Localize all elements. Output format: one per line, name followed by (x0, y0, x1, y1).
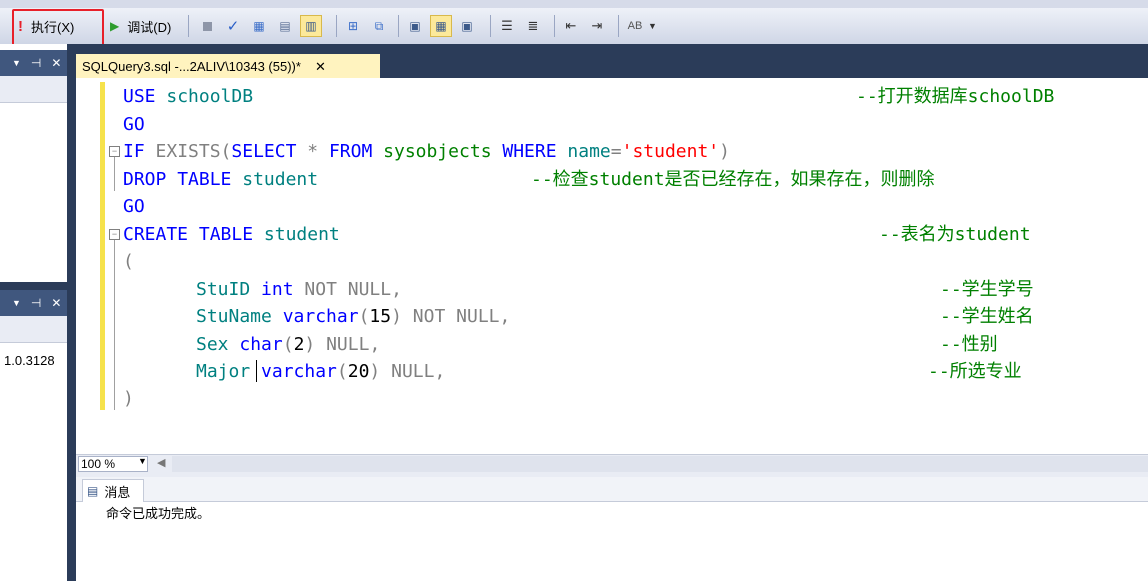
specify-template-icon[interactable]: AB (624, 15, 646, 37)
tab-messages[interactable]: ▤ 消息 (82, 479, 144, 502)
panel-divider (0, 282, 67, 290)
code-line: StuID int NOT NULL, (196, 279, 402, 300)
tab-sqlquery3[interactable]: SQLQuery3.sql -...2ALIV\10343 (55))* ✕ (76, 54, 380, 79)
sql-editor-toolbar: ! 执行(X) ▶ 调试(D) ✓ ▦ ▤ ▥ ⊞ ⧉ ▣ ▦ ▣ ☰ ≣ ⇤ … (0, 8, 1148, 45)
properties-header: ▼ ⊣ ✕ (0, 290, 67, 316)
uncomment-lines-icon[interactable]: ≣ (522, 15, 544, 37)
specify-values-icon[interactable]: ⧉ (368, 15, 390, 37)
code-line: GO (123, 114, 145, 135)
horizontal-scrollbar[interactable] (172, 456, 1148, 472)
message-icon: ▤ (87, 484, 99, 498)
stop-icon[interactable] (196, 15, 218, 37)
dropdown-icon[interactable]: ▼ (12, 298, 21, 308)
code-line: DROP TABLE student (123, 169, 319, 190)
pin-icon[interactable]: ⊣ (31, 56, 41, 70)
toolbar-overflow-icon[interactable]: ▼ (648, 21, 657, 31)
toolbar-separator (336, 15, 337, 37)
version-text: 1.0.3128 (4, 353, 55, 368)
results-to-text-icon[interactable]: ▣ (404, 15, 426, 37)
tab-title: SQLQuery3.sql -...2ALIV\10343 (55))* (82, 59, 301, 74)
keyword: USE (123, 86, 156, 107)
code-comment: --性别 (940, 334, 998, 355)
toolbar-separator (618, 15, 619, 37)
close-icon[interactable]: ✕ (51, 296, 61, 310)
query-plan-icon[interactable]: ▦ (248, 15, 270, 37)
object-explorer-header: ▼ ⊣ ✕ (0, 50, 67, 76)
toolbar-separator (188, 15, 189, 37)
code-line: Sex char(2) NULL, (196, 334, 381, 355)
debug-label: 调试(D) (127, 19, 172, 35)
messages-tab-label: 消息 (104, 484, 131, 500)
properties-toolbar (0, 316, 67, 343)
collapse-icon[interactable]: − (109, 229, 120, 240)
fold-line (114, 240, 115, 410)
increase-indent-icon[interactable]: ⇥ (586, 15, 608, 37)
code-line: StuName varchar(15) NOT NULL, (196, 306, 511, 327)
comment-lines-icon[interactable]: ☰ (496, 15, 518, 37)
close-icon[interactable]: ✕ (51, 56, 61, 70)
play-icon: ▶ (110, 19, 120, 33)
code-line: GO (123, 196, 145, 217)
pin-icon[interactable]: ⊣ (31, 296, 41, 310)
query-editor[interactable] (76, 78, 1148, 454)
code-line: IF EXISTS(SELECT * FROM sysobjects WHERE… (123, 141, 730, 162)
toolbar-separator (490, 15, 491, 37)
code-comment: --所选专业 (928, 361, 1022, 382)
debug-button[interactable]: ▶ 调试(D) (110, 14, 171, 38)
changed-lines-marker (100, 82, 105, 410)
menu-strip (0, 0, 1148, 8)
include-plan-icon[interactable]: ▤ (274, 15, 296, 37)
code-line: ( (123, 251, 134, 272)
code-line: ) (123, 388, 134, 409)
left-panel: ▼ ⊣ ✕ ▼ ⊣ ✕ 1.0.3128 (0, 44, 67, 581)
results-to-file-icon-2[interactable]: ▣ (456, 15, 478, 37)
results-to-grid-icon[interactable]: ▦ (430, 15, 452, 37)
parse-check-icon[interactable]: ✓ (222, 15, 244, 37)
code-line: Major varchar(20) NULL, (196, 361, 446, 382)
text-caret (256, 360, 257, 382)
code-line: CREATE TABLE student (123, 224, 340, 245)
toolbar-separator (554, 15, 555, 37)
code-comment: --打开数据库schoolDB (856, 86, 1055, 107)
results-tab-strip (76, 477, 1148, 502)
collapse-icon[interactable]: − (109, 146, 120, 157)
message-text: 命令已成功完成。 (106, 506, 211, 521)
toolbar-separator (398, 15, 399, 37)
dropdown-icon[interactable]: ▼ (12, 58, 21, 68)
decrease-indent-icon[interactable]: ⇤ (560, 15, 582, 37)
scroll-left-icon[interactable]: ◀ (157, 456, 165, 469)
close-tab-icon[interactable]: ✕ (315, 59, 326, 75)
code-line: USE schoolDB (123, 86, 253, 108)
code-comment: --表名为student (879, 224, 1031, 245)
design-query-icon[interactable]: ⊞ (342, 15, 364, 37)
code-comment: --学生学号 (940, 279, 1034, 300)
chevron-down-icon[interactable]: ▼ (138, 456, 147, 466)
zoom-value: 100 % (81, 457, 116, 471)
fold-line (114, 157, 115, 191)
object-explorer-toolbar (0, 76, 67, 103)
results-to-file-icon[interactable]: ▥ (300, 15, 322, 37)
code-comment: --学生姓名 (940, 306, 1034, 327)
identifier: schoolDB (166, 86, 254, 107)
code-comment: --检查student是否已经存在，如果存在，则删除 (531, 169, 935, 190)
